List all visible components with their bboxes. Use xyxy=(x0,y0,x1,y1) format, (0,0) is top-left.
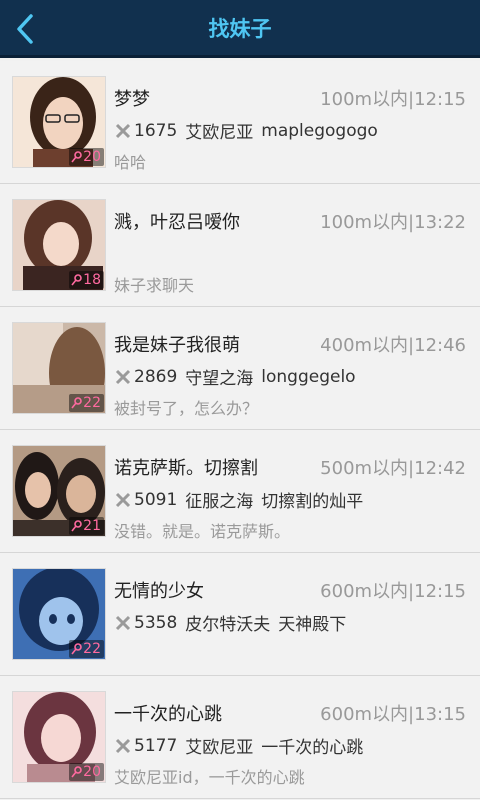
user-list[interactable]: 20 梦梦 100m以内|12:15 1675 艾欧尼亚 maplegogogo… xyxy=(0,61,480,800)
user-message: 被封号了，怎么办？ xyxy=(114,399,259,418)
game-info: 5358 皮尔特沃夫 天神殿下 xyxy=(114,610,346,635)
list-item[interactable]: 22 我是妹子我很萌 400m以内|12:46 2869 守望之海 longge… xyxy=(0,307,480,430)
key-icon xyxy=(71,274,82,286)
distance-time: 500m以内|12:42 xyxy=(320,458,466,479)
avatar[interactable]: 21 xyxy=(12,445,106,537)
level-badge: 20 xyxy=(69,763,104,781)
distance-time: 400m以内|12:46 xyxy=(320,335,466,356)
user-name: 我是妹子我很萌 xyxy=(114,335,240,356)
avatar[interactable]: 22 xyxy=(12,568,106,660)
top-bar: 找妹子 xyxy=(0,0,480,58)
crossed-swords-icon xyxy=(115,123,131,138)
user-name: 梦梦 xyxy=(114,89,150,110)
list-item[interactable]: 20 一千次的心跳 600m以内|13:15 5177 艾欧尼亚 一千次的心跳 … xyxy=(0,676,480,799)
key-icon xyxy=(71,397,82,409)
level-badge: 22 xyxy=(69,640,104,658)
user-name: 无情的少女 xyxy=(114,581,204,602)
crossed-swords-icon xyxy=(115,615,131,630)
page-title: 找妹子 xyxy=(208,17,272,41)
crossed-swords-icon xyxy=(115,492,131,507)
distance-time: 600m以内|12:15 xyxy=(320,581,466,602)
distance-time: 600m以内|13:15 xyxy=(320,704,466,725)
user-name: 诺克萨斯。切擦割 xyxy=(114,458,258,479)
avatar[interactable]: 20 xyxy=(12,691,106,783)
key-icon xyxy=(71,766,82,778)
game-info: 5177 艾欧尼亚 一千次的心跳 xyxy=(114,733,363,758)
avatar[interactable]: 20 xyxy=(12,76,106,168)
user-name: 溅，叶忍吕嗳你 xyxy=(114,212,240,233)
key-icon xyxy=(71,643,82,655)
level-badge: 22 xyxy=(69,394,104,412)
avatar[interactable]: 18 xyxy=(12,199,106,291)
game-info: 1675 艾欧尼亚 maplegogogo xyxy=(114,118,378,143)
key-icon xyxy=(71,151,82,163)
user-name: 一千次的心跳 xyxy=(114,704,222,725)
list-item[interactable]: 22 无情的少女 600m以内|12:15 5358 皮尔特沃夫 天神殿下 xyxy=(0,553,480,676)
list-item[interactable]: 20 梦梦 100m以内|12:15 1675 艾欧尼亚 maplegogogo… xyxy=(0,61,480,184)
user-message: 哈哈 xyxy=(114,153,147,172)
crossed-swords-icon xyxy=(115,369,131,384)
list-item[interactable]: 21 诺克萨斯。切擦割 500m以内|12:42 5091 征服之海 切擦割的灿… xyxy=(0,430,480,553)
distance-time: 100m以内|13:22 xyxy=(320,212,466,233)
user-message: 没错。就是。诺克萨斯。 xyxy=(114,522,291,541)
user-message: 妹子求聊天 xyxy=(114,276,195,295)
list-item[interactable]: 18 溅，叶忍吕嗳你 100m以内|13:22 妹子求聊天 xyxy=(0,184,480,307)
level-badge: 21 xyxy=(69,517,104,535)
key-icon xyxy=(71,520,82,532)
level-badge: 18 xyxy=(69,271,104,289)
avatar[interactable]: 22 xyxy=(12,322,106,414)
game-info: 2869 守望之海 longgegelo xyxy=(114,364,356,389)
game-info: 5091 征服之海 切擦割的灿平 xyxy=(114,487,363,512)
level-badge: 20 xyxy=(69,148,104,166)
distance-time: 100m以内|12:15 xyxy=(320,89,466,110)
crossed-swords-icon xyxy=(115,738,131,753)
user-message: 艾欧尼亚id，一千次的心跳 xyxy=(114,768,305,787)
